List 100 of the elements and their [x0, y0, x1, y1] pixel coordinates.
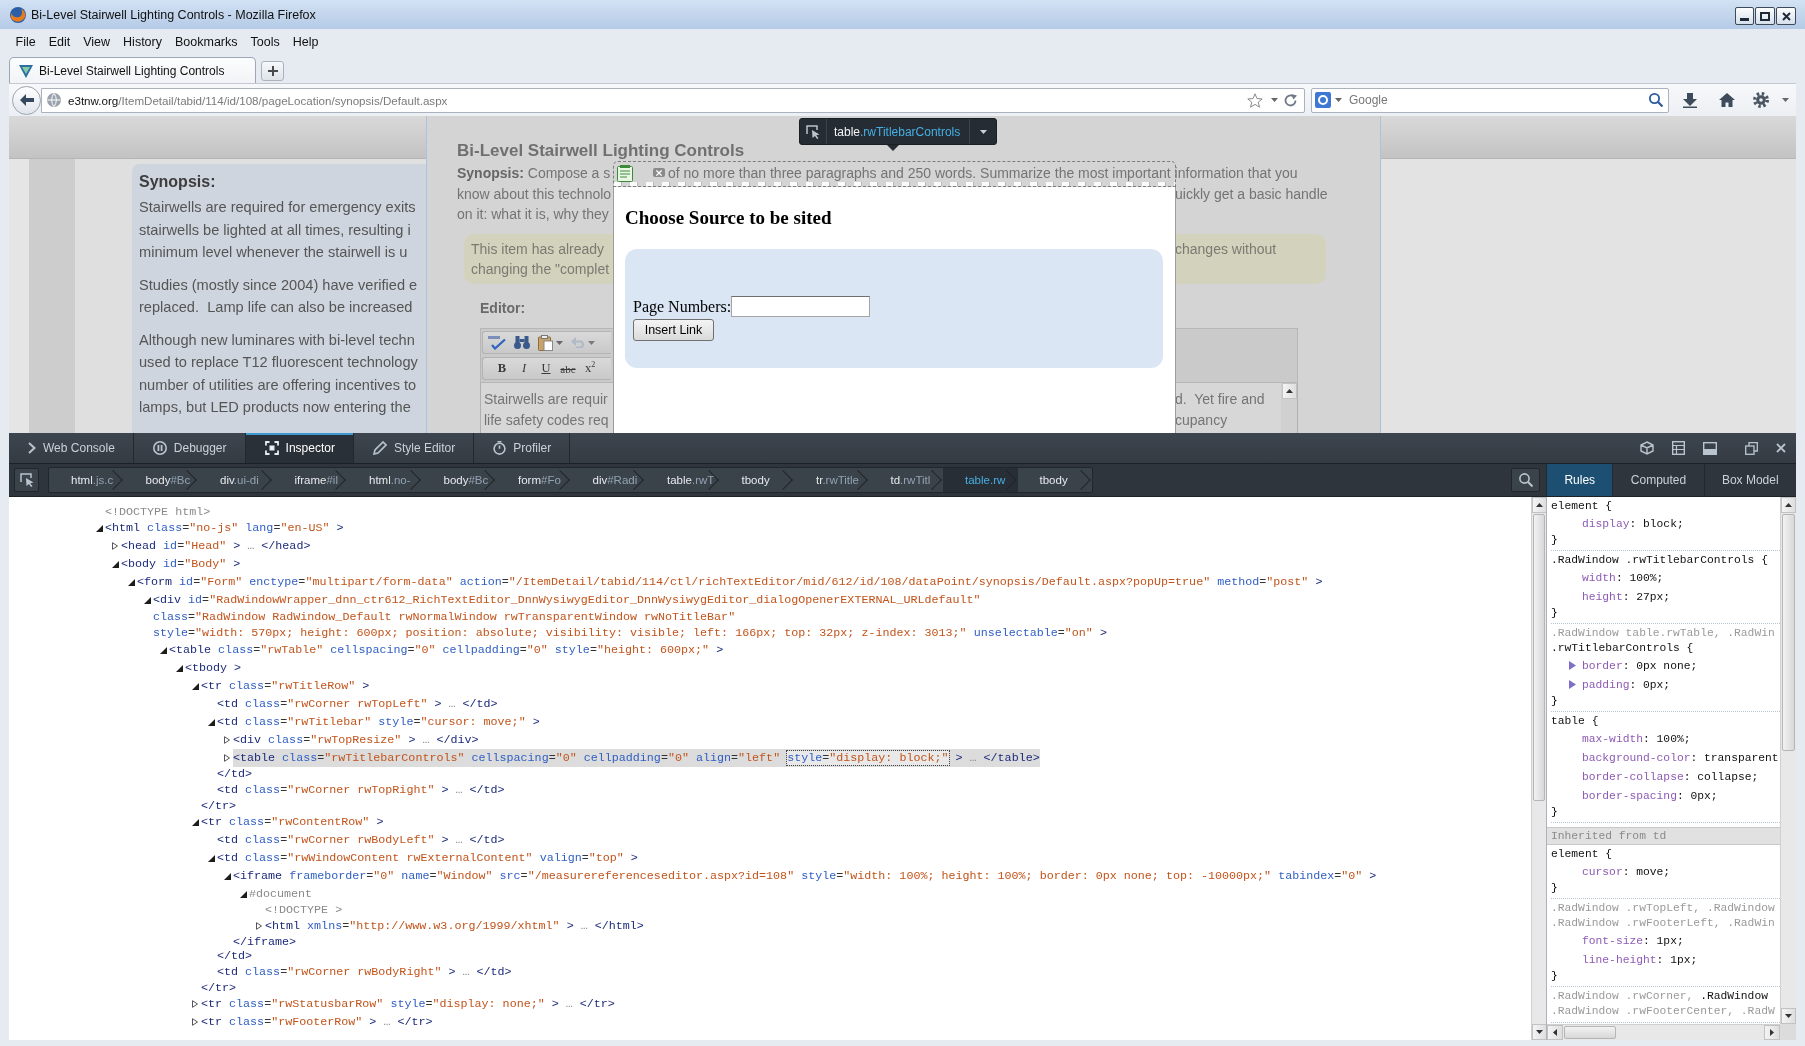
markup-closing-tag[interactable]: </iframe>: [233, 935, 297, 949]
css-declaration[interactable]: border-spacing: 0px;: [1582, 789, 1718, 802]
css-declaration[interactable]: padding: 0px;: [1582, 678, 1671, 691]
dialog-close-button[interactable]: [653, 168, 665, 177]
disclosure-triangle-icon[interactable]: [144, 596, 151, 604]
breadcrumb[interactable]: table.rw: [943, 468, 1018, 492]
css-declaration[interactable]: border-collapse: collapse;: [1582, 770, 1759, 783]
strikethrough-button[interactable]: abc: [558, 358, 578, 379]
disclosure-triangle-icon[interactable]: [192, 1018, 198, 1026]
markup-node[interactable]: <td class="rwCorner rwBodyRight" > … </td>: [217, 963, 512, 981]
css-declaration[interactable]: background-color: transparent: [1582, 751, 1779, 764]
breadcrumb[interactable]: html.no-: [347, 468, 422, 492]
minimize-button[interactable]: [1735, 7, 1754, 25]
scroll-right-button[interactable]: [1764, 1025, 1780, 1040]
markup-closing-tag[interactable]: </td>: [217, 949, 253, 963]
pick-element-button[interactable]: [14, 468, 39, 492]
markup-node[interactable]: <head id="Head" > … </head>: [121, 537, 311, 555]
devtools-tab[interactable]: Debugger: [133, 433, 246, 463]
css-declaration[interactable]: max-width: 100%;: [1582, 732, 1691, 745]
breadcrumb[interactable]: tbody: [1017, 468, 1092, 492]
css-selector[interactable]: .RadWindow .rwTitlebarControls {: [1551, 553, 1780, 568]
css-selector[interactable]: table {: [1551, 714, 1780, 729]
disclosure-triangle-icon[interactable]: [160, 646, 167, 654]
markup-node[interactable]: <tr class="rwContentRow" >: [201, 813, 384, 831]
css-selector[interactable]: .rwTitlebarControls {: [1551, 641, 1780, 656]
insert-link-button[interactable]: Insert Link: [633, 319, 714, 341]
disclosure-triangle-icon[interactable]: [176, 664, 183, 672]
menu-item[interactable]: Edit: [42, 32, 77, 51]
css-declaration[interactable]: height: 27px;: [1582, 590, 1671, 603]
scroll-left-button[interactable]: [1547, 1025, 1563, 1040]
logo-tile-icon[interactable]: [1315, 92, 1331, 108]
gear-icon[interactable]: [1753, 92, 1769, 108]
scroll-down-button[interactable]: [1781, 1008, 1796, 1024]
disclosure-triangle-icon[interactable]: [112, 542, 118, 550]
markup-closing-tag[interactable]: </tr>: [201, 799, 237, 813]
browser-tab[interactable]: Bi-Level Stairwell Lighting Controls: [9, 57, 256, 83]
download-icon[interactable]: [1683, 92, 1697, 108]
page-numbers-field[interactable]: [731, 296, 871, 317]
markup-node[interactable]: <html xmlns="http://www.w3.org/1999/xhtml" > … </html>: [265, 917, 644, 935]
markup-node[interactable]: #document: [249, 885, 313, 903]
css-selector[interactable]: .RadWindow .rwCorner, .RadWindow: [1551, 989, 1780, 1004]
markup-node[interactable]: <div id="RadWindowWrapper_dnn_ctr612_RichTextEditor_DnnWysiwygEditor_DnnWysiwygEditor_dialogOpenerEXTERNAL_URLdefault" class="RadWindow RadWindow_Default rwNormalWindow rwTransparentWindow rwNoTitleBar" style="width: 570px; height: 600px; position: absolute; visibility: visible; left: 166px; top: 32px; z-index: 3013;" unselectable="on" >: [153, 591, 1107, 641]
scrollbar[interactable]: [1780, 497, 1796, 1024]
breadcrumb[interactable]: body#Bc: [123, 468, 198, 492]
markup-node[interactable]: <html class="no-js" lang="en-US" >: [105, 519, 344, 537]
disclosure-triangle-icon[interactable]: [96, 524, 103, 532]
home-icon[interactable]: [1719, 93, 1735, 107]
disclosure-triangle-icon[interactable]: [208, 718, 215, 726]
markup-node[interactable]: <iframe frameborder="0" name="Window" src="/measurereferenceseditor.aspx?id=108" style="width: 100%; height: 100%; border: 0px none; top: -10000px;" tabindex="0" >: [233, 867, 1377, 885]
caret-icon[interactable]: [1782, 98, 1789, 102]
devtools-tab[interactable]: Profiler: [474, 433, 571, 463]
css-declaration[interactable]: width: 100%;: [1582, 571, 1664, 584]
markup-node[interactable]: <!DOCTYPE html>: [105, 505, 211, 519]
reload-icon[interactable]: [1284, 93, 1297, 107]
close-button[interactable]: [1776, 7, 1796, 25]
italic-button[interactable]: I: [514, 358, 534, 379]
markup-node[interactable]: <form id="Form" enctype="multipart/form-data" action="/ItemDetail/tabid/114/ctl/richTextEditor/mid/612/id/108/dataPoint/synopsis/Default.aspx?popUp=true" method="post" >: [137, 573, 1323, 591]
markup-node[interactable]: <td class="rwTitlebar" style="cursor: move;" >: [217, 713, 540, 731]
scrollbar[interactable]: [1547, 1024, 1780, 1040]
search-button[interactable]: [1511, 468, 1540, 492]
devtools-tab[interactable]: Inspector: [245, 433, 354, 463]
markup-node[interactable]: <tr class="rwFooterRow" > … </tr>: [201, 1013, 433, 1031]
breadcrumb[interactable]: tr.rwTitle: [794, 468, 869, 492]
disclosure-triangle-icon[interactable]: [208, 854, 215, 862]
markup-node[interactable]: <table class="rwTitlebarControls" cellspacing="0" cellpadding="0" align="left" style="display: block;" > … </table>: [233, 749, 1040, 767]
search-icon[interactable]: [1649, 93, 1663, 107]
underline-button[interactable]: U: [536, 358, 556, 379]
disclosure-triangle-icon[interactable]: [128, 578, 135, 586]
css-selector[interactable]: element {: [1551, 499, 1780, 514]
url-field[interactable]: e3tnw.org/ItemDetail/tabid/114/id/108/pageLocation/synopsis/Default.aspx: [41, 87, 1305, 113]
markup-node[interactable]: <tr class="rwTitleRow" >: [201, 677, 370, 695]
search-field[interactable]: Google: [1311, 87, 1669, 113]
markup-node[interactable]: <!DOCTYPE >: [265, 903, 343, 917]
caret-icon[interactable]: [1271, 98, 1278, 102]
menu-item[interactable]: Tools: [244, 32, 287, 51]
breadcrumb[interactable]: iframe#il: [272, 468, 347, 492]
caret-icon[interactable]: [1335, 98, 1342, 102]
breadcrumb[interactable]: form#Fo: [496, 468, 571, 492]
devtools-tab[interactable]: Web Console: [9, 433, 134, 463]
css-declaration[interactable]: font-size: 1px;: [1582, 934, 1684, 947]
menu-item[interactable]: File: [9, 32, 43, 51]
markup-closing-tag[interactable]: </tr>: [201, 981, 237, 995]
breadcrumb[interactable]: tbody: [719, 468, 794, 492]
star-icon[interactable]: [1247, 92, 1263, 108]
scrollbar-thumb[interactable]: [1782, 514, 1795, 751]
breadcrumb[interactable]: div.ui-di: [198, 468, 273, 492]
disclosure-triangle-icon[interactable]: [112, 560, 119, 568]
scroll-up-button[interactable]: [1282, 383, 1297, 399]
back-button[interactable]: [12, 85, 41, 115]
menu-item[interactable]: History: [116, 32, 169, 51]
paste-button[interactable]: [536, 332, 565, 353]
bold-button[interactable]: B: [492, 358, 512, 379]
scrollbar[interactable]: [1531, 497, 1546, 1040]
menu-item[interactable]: Bookmarks: [168, 32, 244, 51]
sidebar-tab[interactable]: Computed: [1612, 464, 1704, 496]
markup-node[interactable]: <tr class="rwStatusbarRow" style="display: none;" > … </tr>: [201, 995, 615, 1013]
markup-node[interactable]: <td class="rwCorner rwTopRight" > … </td>: [217, 781, 505, 799]
disclosure-triangle-icon[interactable]: [192, 1000, 198, 1008]
markup-node[interactable]: <div class="rwTopResize" > … </div>: [233, 731, 479, 749]
sidebar-tab[interactable]: Box Model: [1703, 464, 1796, 496]
